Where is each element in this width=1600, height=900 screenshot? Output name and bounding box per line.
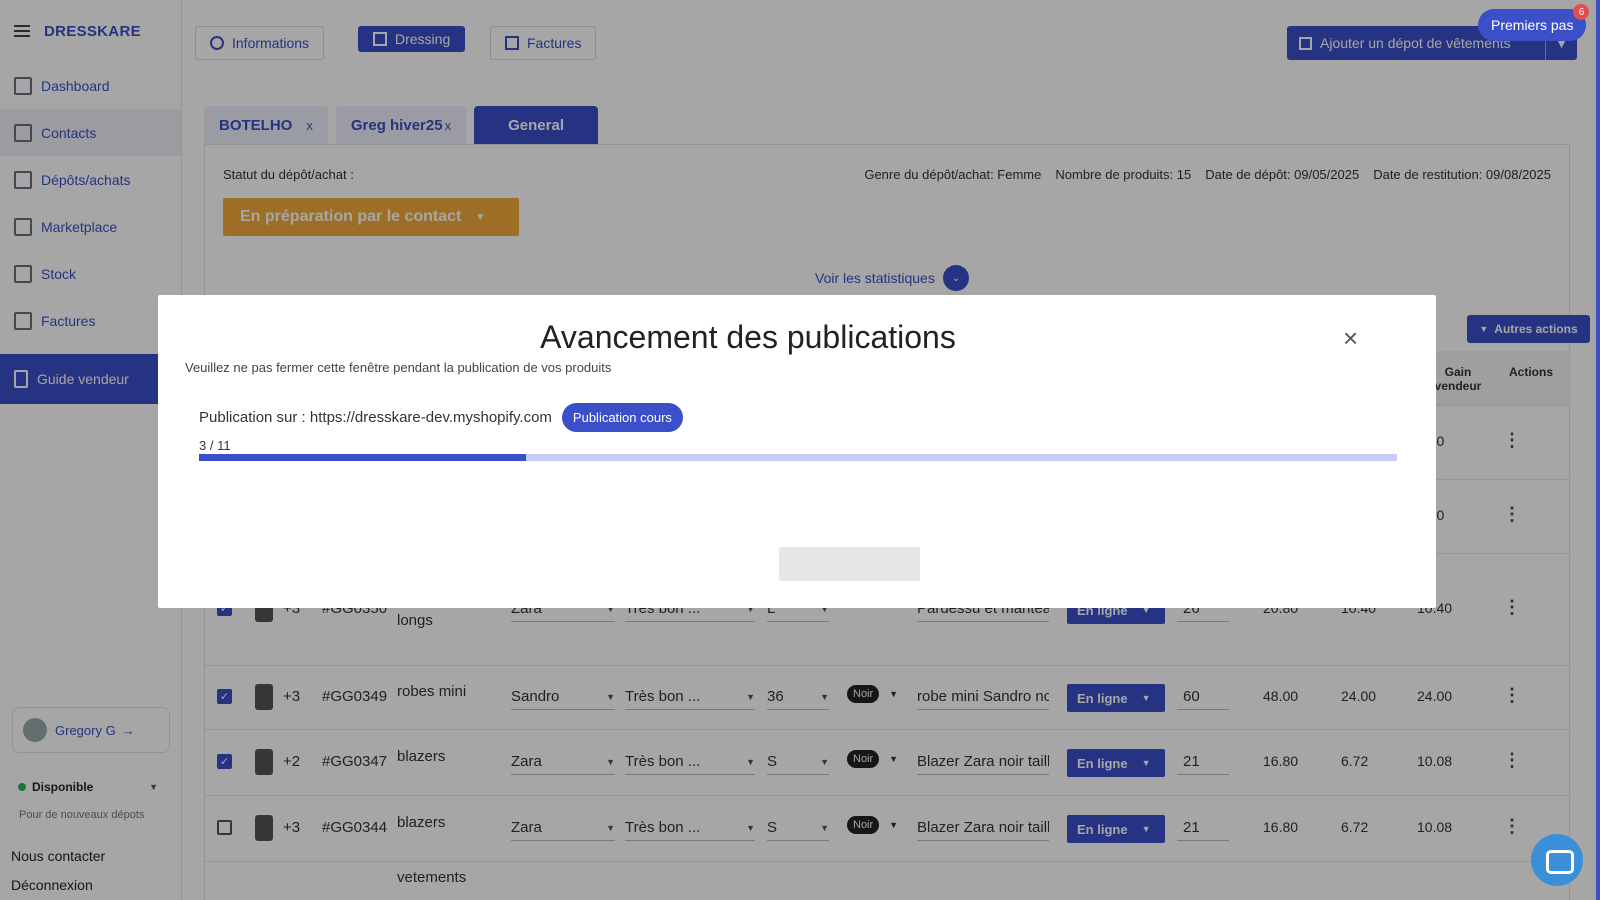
publication-modal: Avancement des publications × Veuillez n…	[158, 295, 1436, 608]
progress-bar	[199, 454, 1397, 461]
chat-icon[interactable]	[1531, 834, 1583, 886]
status-badge: Publication cours	[561, 403, 683, 432]
modal-subtitle: Veuillez ne pas fermer cette fenêtre pen…	[185, 360, 612, 375]
publication-target: Publication sur : https://dresskare-dev.…	[199, 409, 552, 426]
progress-fill	[199, 454, 526, 461]
premiers-pas-button[interactable]: Premiers pas 6	[1478, 4, 1590, 41]
modal-title: Avancement des publications	[540, 319, 956, 355]
publication-row: Publication sur : https://dresskare-dev.…	[199, 403, 683, 432]
progress-count: 3 / 11	[199, 438, 231, 453]
modal-action-button[interactable]	[779, 547, 920, 581]
close-icon[interactable]: ×	[1343, 323, 1358, 354]
button-label: Premiers pas	[1491, 17, 1574, 33]
scrollbar[interactable]	[1596, 0, 1600, 900]
